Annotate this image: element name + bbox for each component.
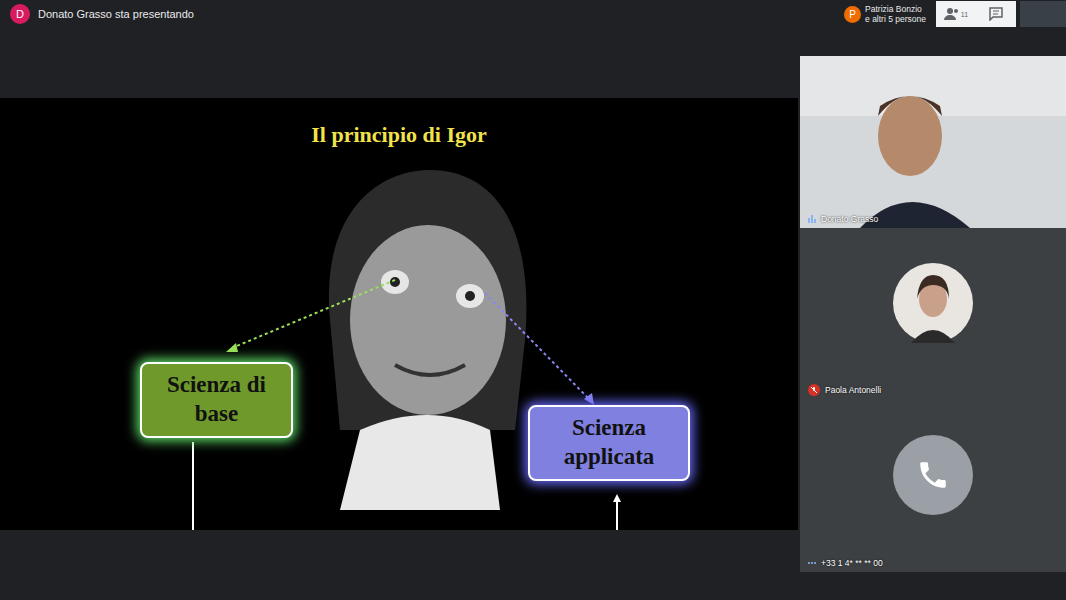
meeting-body: Il principio di Igor Scienza di base Scien… xyxy=(0,28,1066,600)
participants-summary[interactable]: Patrizia Bonzioe altri 5 persone xyxy=(865,4,926,24)
top-right: PPatrizia Bonzioe altri 5 persone 11 xyxy=(844,0,1066,28)
igor-photo xyxy=(300,170,550,510)
top-bar: D Donato Grasso sta presentando PPatrizia … xyxy=(0,0,1066,28)
participant-tile[interactable]: Donato Grasso xyxy=(800,56,1066,228)
presentation-stage: Il principio di Igor Scienza di base Scien… xyxy=(0,28,800,600)
participant-name: +33 1 4* ** ** 00 xyxy=(821,558,883,568)
speaking-icon xyxy=(808,215,816,223)
chat-icon xyxy=(989,7,1003,21)
speaking-dots-icon xyxy=(808,562,816,564)
phone-avatar xyxy=(893,435,973,515)
muted-mic-icon xyxy=(808,384,820,396)
avatar-photo xyxy=(893,263,973,343)
concept-box: Scienza di base xyxy=(140,362,293,438)
people-button[interactable]: 11 xyxy=(936,7,976,21)
participant-avatar xyxy=(893,263,973,343)
presenter-text: Donato Grasso sta presentando xyxy=(38,8,194,20)
phone-icon xyxy=(916,458,950,492)
participant-tile[interactable]: Paola Antonelli xyxy=(800,228,1066,400)
participant-label: Paola Antonelli xyxy=(808,384,881,396)
people-count: 11 xyxy=(961,11,968,18)
chat-button[interactable] xyxy=(976,7,1016,21)
meet-window: D Donato Grasso sta presentando PPatrizia … xyxy=(0,0,1066,600)
participant-video xyxy=(800,56,1066,228)
participant-tile[interactable]: +33 1 4* ** ** 00 xyxy=(800,400,1066,572)
participant-name: Donato Grasso xyxy=(821,214,878,224)
presenter-avatar: D xyxy=(10,4,30,24)
slide: Il principio di Igor Scienza di base Scien… xyxy=(0,98,798,530)
participant-label: Donato Grasso xyxy=(808,214,878,224)
slide-title: Il principio di Igor xyxy=(0,122,798,148)
participant-label: +33 1 4* ** ** 00 xyxy=(808,558,883,568)
people-icon xyxy=(944,7,960,21)
participant-name: Paola Antonelli xyxy=(825,385,881,395)
participants-avatar: P xyxy=(844,6,861,23)
participants-panel: Donato Grasso Paola Antonelli +33 1 4* ** … xyxy=(800,28,1066,600)
toolbar-buttons: 11 xyxy=(936,1,1016,27)
presenter-info: D Donato Grasso sta presentando xyxy=(10,4,194,24)
concept-box: Scienza applicata xyxy=(528,405,690,481)
self-view-thumbnail[interactable] xyxy=(1020,1,1066,27)
